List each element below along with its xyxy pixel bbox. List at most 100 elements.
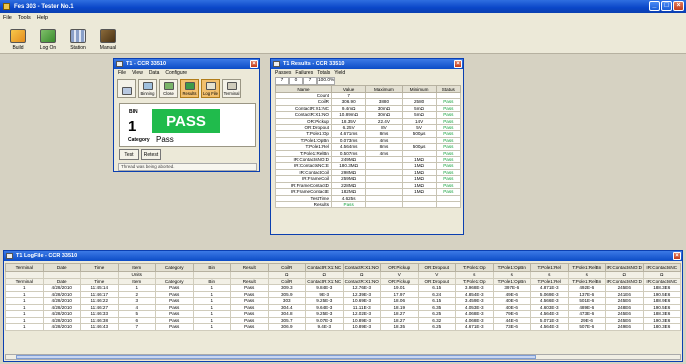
folder-icon [121, 87, 132, 95]
results-table: Name Value Maximum Minimum Status Count 7 Coil… [275, 85, 462, 209]
log-col-header[interactable]: ContactR:X1:NO [342, 263, 381, 272]
log-cell: 1 [192, 323, 231, 331]
results-button[interactable]: Results [180, 79, 199, 98]
minimize-button[interactable]: _ [649, 1, 660, 11]
results-tabs: Passes Failures Totals Yield [271, 69, 463, 76]
logon-button[interactable]: Log On [33, 23, 63, 53]
log-cell: 11:46:43 [80, 323, 119, 331]
results-col-header: Maximum [365, 85, 403, 93]
log-cell: Pass [155, 323, 194, 331]
log-cell: 73E-6 [492, 323, 531, 331]
log-col-header[interactable]: Time [80, 263, 119, 272]
build-button[interactable]: Build [3, 23, 33, 53]
window-icon [116, 61, 123, 67]
log-col-header[interactable]: ContactR:X1:NC [305, 263, 344, 272]
close-icon [163, 82, 174, 90]
log-row[interactable]: 1 4/28/2010 11:46:43 7 Pass 1 Pass 306.9 9.4E-3 1… [5, 323, 681, 331]
results-cell [365, 200, 403, 209]
scrollbar-thumb[interactable] [16, 355, 536, 359]
station-close-button[interactable]: × [250, 60, 258, 68]
log-cell: 1 [5, 323, 44, 331]
build-icon [10, 29, 26, 43]
log-cell: ContactR:X1:NC [305, 277, 344, 285]
manual-icon [100, 29, 116, 43]
bin-label: BIN [129, 109, 138, 115]
results-cell [435, 200, 462, 209]
log-cell: 6.25 [417, 323, 456, 331]
log-cell: 18.35 [380, 323, 419, 331]
log-col-header[interactable]: T:Pole1:Op [455, 263, 494, 272]
logfile-button[interactable]: Log File [201, 79, 220, 98]
tab-failures[interactable]: Failures [295, 70, 313, 76]
test-button[interactable]: Test [119, 149, 139, 160]
station-titlebar: T1 - CCR 33510 × [114, 59, 259, 69]
log-col-header[interactable]: Item [117, 263, 156, 272]
totals-count: 7 [303, 77, 317, 85]
station-menu-data[interactable]: Data [149, 70, 160, 76]
station-button[interactable]: Station [63, 23, 93, 53]
close-button[interactable]: × [673, 1, 684, 11]
log-col-header[interactable]: Date [42, 263, 81, 272]
tab-totals[interactable]: Totals [317, 70, 330, 76]
window-icon [273, 61, 280, 67]
log-cell: 249E6 [605, 323, 644, 331]
log-col-header[interactable]: Category [155, 263, 194, 272]
binning-button[interactable]: Binning [138, 79, 157, 98]
log-cell: 306.9 [267, 323, 306, 331]
results-col-header: Name [275, 85, 332, 93]
logfile-close-button[interactable]: × [673, 252, 681, 260]
results-cell: Pass [330, 200, 367, 209]
log-col-header[interactable]: Bin [192, 263, 231, 272]
log-col-header[interactable]: T:Pole1:RelBn [567, 263, 606, 272]
menu-tools[interactable]: Tools [18, 15, 31, 21]
results-icon [184, 82, 195, 90]
tab-passes[interactable]: Passes [275, 70, 291, 76]
logon-icon [40, 29, 56, 43]
maximize-button[interactable]: □ [661, 1, 672, 11]
menu-help[interactable]: Help [37, 15, 48, 21]
log-cell: T:Pole1:OpBn [492, 277, 531, 285]
log-cell: 4.564E-3 [530, 323, 569, 331]
logfile-titlebar: T1 LogFile - CCR 33510 × [4, 251, 682, 261]
log-col-header[interactable]: IR:ContactsNC [642, 263, 681, 272]
manual-button[interactable]: Manual [93, 23, 123, 53]
station-menu-file[interactable]: File [118, 70, 126, 76]
log-col-header[interactable]: T:Pole1:Rel [530, 263, 569, 272]
log-col-header[interactable]: CoilR [267, 263, 306, 272]
results-close-button[interactable]: × [454, 60, 462, 68]
terminal-button[interactable]: Terminal [222, 79, 241, 98]
log-col-header[interactable]: T:Pole1:OpBn [492, 263, 531, 272]
results-col-header: Minimum [401, 85, 437, 93]
logfile-window: T1 LogFile - CCR 33510 × Terminal Date Tim… [3, 250, 683, 362]
log-col-header[interactable]: Result [230, 263, 269, 272]
station-menu-view[interactable]: View [132, 70, 143, 76]
category-label: Category [128, 137, 150, 143]
results-row: Results Pass [275, 200, 462, 209]
horizontal-scrollbar[interactable] [5, 354, 681, 360]
category-value: Pass [156, 135, 174, 144]
log-col-header[interactable]: OR:Dropout [417, 263, 456, 272]
station-menu-configure[interactable]: Configure [165, 70, 187, 76]
station-tool-button[interactable] [117, 79, 136, 98]
log-cell: 9.4E-3 [305, 323, 344, 331]
log-cell: Pass [230, 323, 269, 331]
log-cell: IR:ContactsNO:D [605, 277, 644, 285]
passes-count: 7 [275, 77, 289, 85]
log-col-header[interactable]: Terminal [5, 263, 44, 272]
menu-file[interactable]: File [3, 15, 12, 21]
results-col-header: Value [330, 85, 367, 93]
log-cell: 4/28/2010 [42, 323, 81, 331]
app-icon [3, 3, 10, 10]
retest-button[interactable]: Retest [141, 149, 161, 160]
log-col-header[interactable]: IR:ContactsNO:D [605, 263, 644, 272]
binning-icon [142, 82, 153, 90]
tab-yield[interactable]: Yield [334, 70, 345, 76]
results-titlebar: T1 Results - CCR 33510 × [271, 59, 463, 69]
results-col-header: Status [435, 85, 462, 93]
close-station-button[interactable]: Close [159, 79, 178, 98]
log-col-header[interactable]: OR:Pickup [380, 263, 419, 272]
log-cell: 4.671E-3 [455, 323, 494, 331]
logfile-table: Terminal Date Time Item Category Bin Result Coi… [5, 263, 681, 331]
station-toolbar: Binning Close Results Log File Terminal [114, 77, 259, 99]
failures-count: 0 [289, 77, 303, 85]
